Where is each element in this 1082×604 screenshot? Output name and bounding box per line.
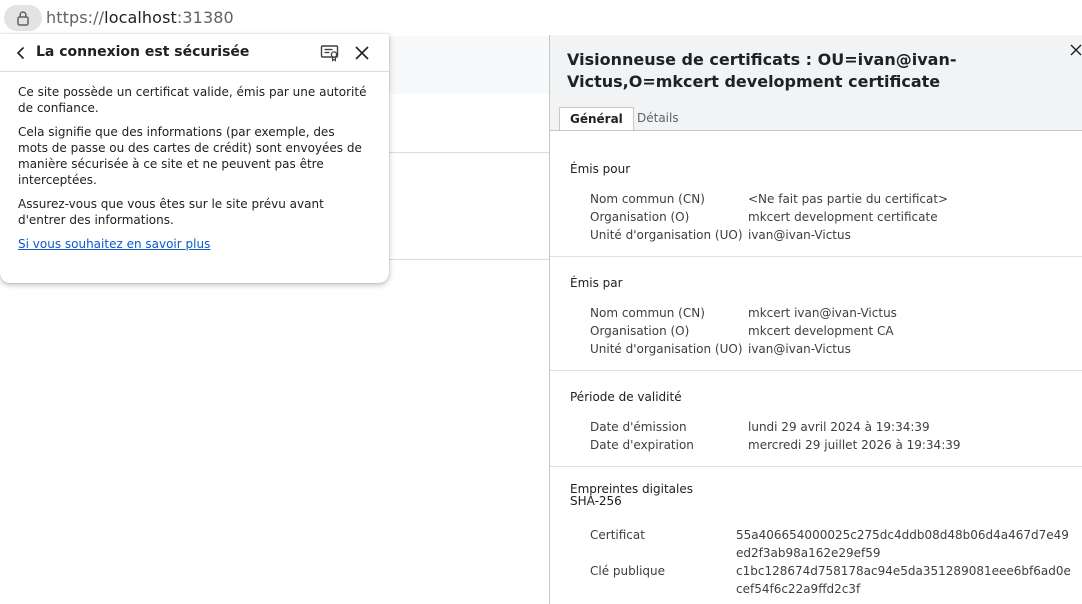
close-popup-icon[interactable]: [353, 44, 371, 62]
popup-paragraph: Cela signifie que des informations (par …: [18, 125, 362, 187]
tab-general[interactable]: Général: [559, 107, 634, 131]
section-title-issued-to: Émis pour: [570, 162, 631, 176]
site-info-button[interactable]: [4, 5, 42, 31]
section-title-issued-by: Émis par: [570, 276, 623, 290]
popup-paragraph: Ce site possède un certificat valide, ém…: [18, 85, 367, 115]
general-tab-content: Émis pour Nom commun (CN) <Ne fait pas p…: [550, 130, 1082, 604]
url-scheme: https://: [46, 8, 105, 27]
field-value: mercredi 29 juillet 2026 à 19:34:39: [748, 438, 961, 452]
address-bar: https://localhost:31380: [0, 0, 1082, 36]
tab-details[interactable]: Détails: [627, 107, 689, 131]
section-title-validity: Période de validité: [570, 390, 682, 404]
field-label: Date d'émission: [590, 420, 687, 434]
field-label: Certificat: [590, 528, 645, 542]
field-row: Clé publique c1bc128674d758178ac94e5da35…: [590, 562, 1080, 598]
close-viewer-icon[interactable]: [1069, 42, 1082, 56]
field-label: Nom commun (CN): [590, 306, 705, 320]
field-label: Nom commun (CN): [590, 192, 705, 206]
section-divider: [550, 466, 1082, 467]
field-label: Organisation (O): [590, 324, 690, 338]
field-label: Unité d'organisation (UO): [590, 228, 743, 242]
field-value: ivan@ivan-Victus: [748, 342, 851, 356]
field-label: Organisation (O): [590, 210, 690, 224]
certificate-viewer: Visionneuse de certificats : OU=ivan@iva…: [549, 35, 1082, 604]
section-divider: [550, 256, 1082, 257]
page-divider: [389, 259, 552, 260]
popup-paragraph: Assurez-vous que vous êtes sur le site p…: [18, 197, 324, 227]
field-value: ivan@ivan-Victus: [748, 228, 851, 242]
field-label: Date d'expiration: [590, 438, 694, 452]
popup-title: La connexion est sécurisée: [36, 44, 250, 60]
field-label: Clé publique: [590, 564, 666, 578]
field-value: <Ne fait pas partie du certificat>: [748, 192, 949, 206]
certificate-icon[interactable]: [320, 44, 340, 62]
field-value: lundi 29 avril 2024 à 19:34:39: [748, 420, 930, 434]
url-text[interactable]: https://localhost:31380: [46, 8, 234, 27]
back-arrow-icon[interactable]: [12, 44, 30, 62]
field-row: Certificat 55a406654000025c275dc4ddb08d4…: [590, 526, 1080, 562]
field-value: mkcert ivan@ivan-Victus: [748, 306, 897, 320]
viewer-tabs: Général Détails: [550, 107, 1082, 131]
field-value: 55a406654000025c275dc4ddb08d48b06d4a467d…: [736, 528, 1069, 560]
popup-body: Ce site possède un certificat valide, ém…: [18, 84, 368, 252]
section-divider: [550, 370, 1082, 371]
viewer-title: Visionneuse de certificats : OU=ivan@iva…: [567, 50, 957, 91]
url-host: localhost: [104, 8, 177, 27]
section-title-fingerprints: Empreintes digitales SHA-256: [570, 482, 693, 508]
url-port: :31380: [176, 8, 234, 27]
lock-icon: [17, 11, 29, 26]
learn-more-link[interactable]: Si vous souhaitez en savoir plus: [18, 237, 210, 251]
field-value: mkcert development CA: [748, 324, 894, 338]
page-divider: [389, 152, 552, 153]
field-value: c1bc128674d758178ac94e5da351289081eee6bf…: [736, 564, 1071, 596]
connection-security-popup: La connexion est sécurisée Ce site possè…: [0, 34, 389, 283]
popup-header: La connexion est sécurisée: [0, 34, 389, 72]
field-value: mkcert development certificate: [748, 210, 938, 224]
field-label: Unité d'organisation (UO): [590, 342, 743, 356]
